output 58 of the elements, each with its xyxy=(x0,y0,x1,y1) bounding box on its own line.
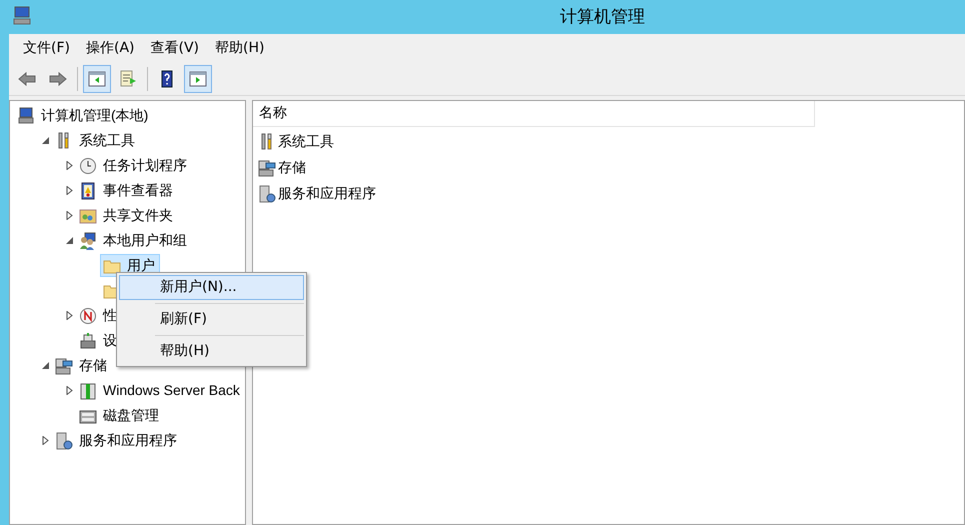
expanded-arrow-icon[interactable] xyxy=(40,361,50,370)
collapsed-arrow-icon[interactable] xyxy=(64,386,74,395)
tree-label: 任务计划程序 xyxy=(103,156,187,175)
tree-label: 服务和应用程序 xyxy=(79,431,177,450)
tree-label: 本地用户和组 xyxy=(103,231,187,250)
tree-label: 用户 xyxy=(127,256,155,275)
tree-item[interactable]: 任务计划程序 xyxy=(76,154,192,177)
menu-item[interactable]: 帮助(H) xyxy=(209,36,270,60)
computer-icon xyxy=(17,106,35,124)
collapsed-arrow-icon[interactable] xyxy=(64,211,74,220)
tree-item[interactable]: 共享文件夹 xyxy=(76,204,178,227)
collapsed-arrow-icon[interactable] xyxy=(64,311,74,320)
tree-item[interactable]: Windows Server Back xyxy=(76,379,245,402)
tree-label: 计算机管理(本地) xyxy=(41,106,148,125)
tree-label: Windows Server Back xyxy=(103,381,240,400)
collapsed-arrow-icon[interactable] xyxy=(64,186,74,195)
collapsed-arrow-icon[interactable] xyxy=(40,436,50,445)
expanded-arrow-icon[interactable] xyxy=(64,236,74,245)
menu-option[interactable]: 新用户(N)... xyxy=(119,275,304,300)
device-icon xyxy=(79,332,97,350)
tree-item[interactable]: 性 xyxy=(76,304,122,327)
tree-label: 性 xyxy=(103,306,117,325)
tree-item[interactable]: 系统工具 xyxy=(52,129,140,152)
computer-icon[interactable] xyxy=(12,6,32,26)
tree-item[interactable]: 本地用户和组 xyxy=(76,229,192,252)
tree-label: 系统工具 xyxy=(79,131,135,150)
tree-label: 事件查看器 xyxy=(103,181,173,200)
pane-icon xyxy=(188,68,208,88)
clock-icon xyxy=(79,156,97,174)
tree-item[interactable]: 事件查看器 xyxy=(76,179,178,202)
menu-item[interactable]: 操作(A) xyxy=(80,36,140,60)
tree-item[interactable]: 设 xyxy=(76,329,122,352)
tree-item[interactable]: 计算机管理(本地) xyxy=(14,104,154,127)
storage-icon xyxy=(55,356,73,374)
tree-item[interactable]: 存储 xyxy=(52,354,112,377)
menu-item[interactable]: 文件(F) xyxy=(17,36,76,60)
storage-icon xyxy=(258,159,276,177)
pane-icon xyxy=(87,68,107,88)
tree-label: 存储 xyxy=(79,356,107,375)
menu-option[interactable]: 帮助(H) xyxy=(119,339,304,364)
shared-folder-icon xyxy=(79,206,97,224)
column-header[interactable]: 名称 xyxy=(253,101,815,127)
tree-item[interactable]: 磁盘管理 xyxy=(76,404,164,427)
list-item[interactable]: 服务和应用程序 xyxy=(278,184,376,204)
tree-label: 磁盘管理 xyxy=(103,406,159,425)
expanded-arrow-icon[interactable] xyxy=(40,136,50,145)
tree-label: 设 xyxy=(103,331,117,350)
export-list-icon xyxy=(118,68,138,88)
menu-item[interactable]: 查看(V) xyxy=(144,36,206,60)
list-item[interactable]: 存储 xyxy=(278,158,306,178)
users-icon xyxy=(79,232,97,250)
collapsed-arrow-icon[interactable] xyxy=(64,161,74,170)
window-title: 计算机管理 xyxy=(560,6,645,29)
tree-item[interactable]: 服务和应用程序 xyxy=(52,429,182,452)
list-item[interactable]: 系统工具 xyxy=(278,132,334,152)
tree-label: 共享文件夹 xyxy=(103,206,173,225)
menu-option[interactable]: 刷新(F) xyxy=(119,307,304,332)
event-log-icon xyxy=(79,182,97,200)
